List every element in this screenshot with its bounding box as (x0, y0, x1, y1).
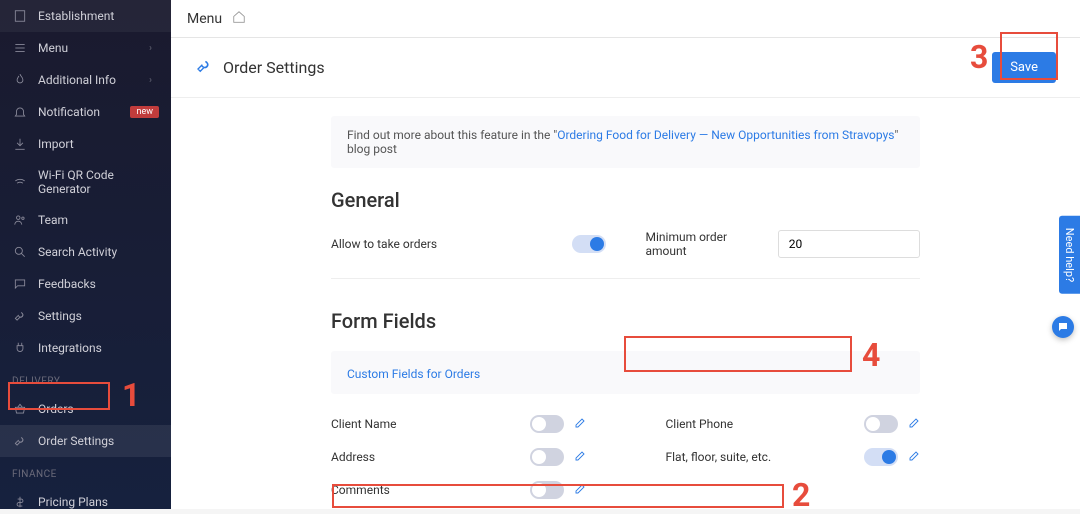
bell-icon (12, 104, 28, 120)
section-heading-form-fields: Form Fields (331, 309, 920, 333)
info-link[interactable]: Ordering Food for Delivery — New Opportu… (557, 128, 894, 142)
sidebar-item-label: Integrations (38, 341, 159, 355)
annotation-number-4: 4 (862, 336, 880, 374)
sidebar-item-label: Additional Info (38, 73, 139, 87)
wrench-icon (12, 433, 28, 449)
sidebar-item-label: Orders (38, 402, 159, 416)
sidebar-item-settings[interactable]: Settings (0, 300, 171, 332)
breadcrumb-title: Menu (187, 11, 222, 27)
users-icon (12, 212, 28, 228)
sidebar-item-label: Search Activity (38, 245, 159, 259)
sidebar-item-label: Feedbacks (38, 277, 159, 291)
sidebar-item-order-settings[interactable]: Order Settings (0, 425, 171, 457)
basket-icon (12, 401, 28, 417)
min-amount-input[interactable] (778, 230, 920, 258)
sidebar-item-label: Pricing Plans (38, 495, 159, 509)
sidebar-item-pricing-plans[interactable]: Pricing Plans (0, 486, 171, 509)
sidebar-section-delivery: DELIVERY (0, 364, 171, 393)
edit-icon[interactable] (908, 447, 920, 466)
flat-floor-toggle[interactable] (864, 448, 898, 466)
search-icon (12, 244, 28, 260)
plug-icon (12, 340, 28, 356)
home-icon[interactable] (232, 10, 246, 28)
flat-floor-label: Flat, floor, suite, etc. (666, 450, 855, 464)
sidebar-item-label: Establishment (38, 9, 159, 23)
sidebar-item-label: Order Settings (38, 434, 159, 448)
sidebar-item-menu[interactable]: Menu › (0, 32, 171, 64)
sidebar-item-wifi-qr[interactable]: Wi-Fi QR Code Generator (0, 160, 171, 204)
edit-icon[interactable] (574, 414, 586, 433)
new-badge: new (130, 106, 159, 118)
menu-icon (12, 40, 28, 56)
address-toggle[interactable] (530, 448, 564, 466)
topbar: Menu (171, 0, 1080, 38)
download-icon (12, 136, 28, 152)
sidebar-item-notification[interactable]: Notification new (0, 96, 171, 128)
sidebar-item-establishment[interactable]: Establishment (0, 0, 171, 32)
annotation-number-2: 2 (792, 476, 810, 514)
comments-toggle[interactable] (530, 481, 564, 499)
info-banner: Find out more about this feature in the … (331, 116, 920, 168)
main-content: Menu Order Settings Save Find out more a… (171, 0, 1080, 509)
sidebar-item-label: Wi-Fi QR Code Generator (38, 168, 159, 196)
sidebar-item-label: Notification (38, 105, 120, 119)
annotation-number-1: 1 (122, 376, 140, 414)
chat-bubble-icon[interactable] (1052, 316, 1074, 338)
sidebar-item-orders[interactable]: Orders (0, 393, 171, 425)
divider (331, 278, 920, 279)
dollar-icon (12, 494, 28, 509)
allow-orders-toggle[interactable] (572, 235, 606, 253)
flame-icon (12, 72, 28, 88)
sidebar-item-label: Menu (38, 41, 139, 55)
custom-fields-link[interactable]: Custom Fields for Orders (347, 367, 480, 381)
message-icon (12, 276, 28, 292)
chevron-right-icon: › (149, 75, 159, 86)
sidebar-item-team[interactable]: Team (0, 204, 171, 236)
sidebar-item-integrations[interactable]: Integrations (0, 332, 171, 364)
edit-icon[interactable] (574, 480, 586, 499)
sidebar: Establishment Menu › Additional Info › N… (0, 0, 171, 509)
allow-orders-label: Allow to take orders (331, 237, 560, 251)
save-button[interactable]: Save (992, 52, 1056, 83)
need-help-tab[interactable]: Need help? (1059, 215, 1080, 293)
wrench-icon (195, 57, 213, 79)
sidebar-item-additional-info[interactable]: Additional Info › (0, 64, 171, 96)
sidebar-item-label: Team (38, 213, 159, 227)
edit-icon[interactable] (574, 447, 586, 466)
client-phone-label: Client Phone (666, 417, 855, 431)
address-label: Address (331, 450, 520, 464)
page-title: Order Settings (223, 58, 325, 77)
edit-icon[interactable] (908, 414, 920, 433)
sidebar-item-feedbacks[interactable]: Feedbacks (0, 268, 171, 300)
custom-fields-banner: Custom Fields for Orders (331, 351, 920, 394)
wifi-icon (12, 174, 28, 190)
building-icon (12, 8, 28, 24)
comments-label: Comments (331, 483, 520, 497)
info-text-prefix: Find out more about this feature in the … (347, 128, 557, 142)
client-name-label: Client Name (331, 417, 520, 431)
sidebar-item-label: Import (38, 137, 159, 151)
sidebar-item-label: Settings (38, 309, 159, 323)
page-header: Order Settings Save (171, 38, 1080, 98)
sidebar-item-import[interactable]: Import (0, 128, 171, 160)
sidebar-item-search-activity[interactable]: Search Activity (0, 236, 171, 268)
chevron-right-icon: › (149, 43, 159, 54)
sidebar-section-finance: FINANCE (0, 457, 171, 486)
client-name-toggle[interactable] (530, 415, 564, 433)
wrench-icon (12, 308, 28, 324)
annotation-number-3: 3 (970, 38, 988, 76)
content-area: Find out more about this feature in the … (171, 98, 1080, 509)
min-amount-label: Minimum order amount (646, 230, 766, 258)
section-heading-general: General (331, 188, 920, 212)
client-phone-toggle[interactable] (864, 415, 898, 433)
